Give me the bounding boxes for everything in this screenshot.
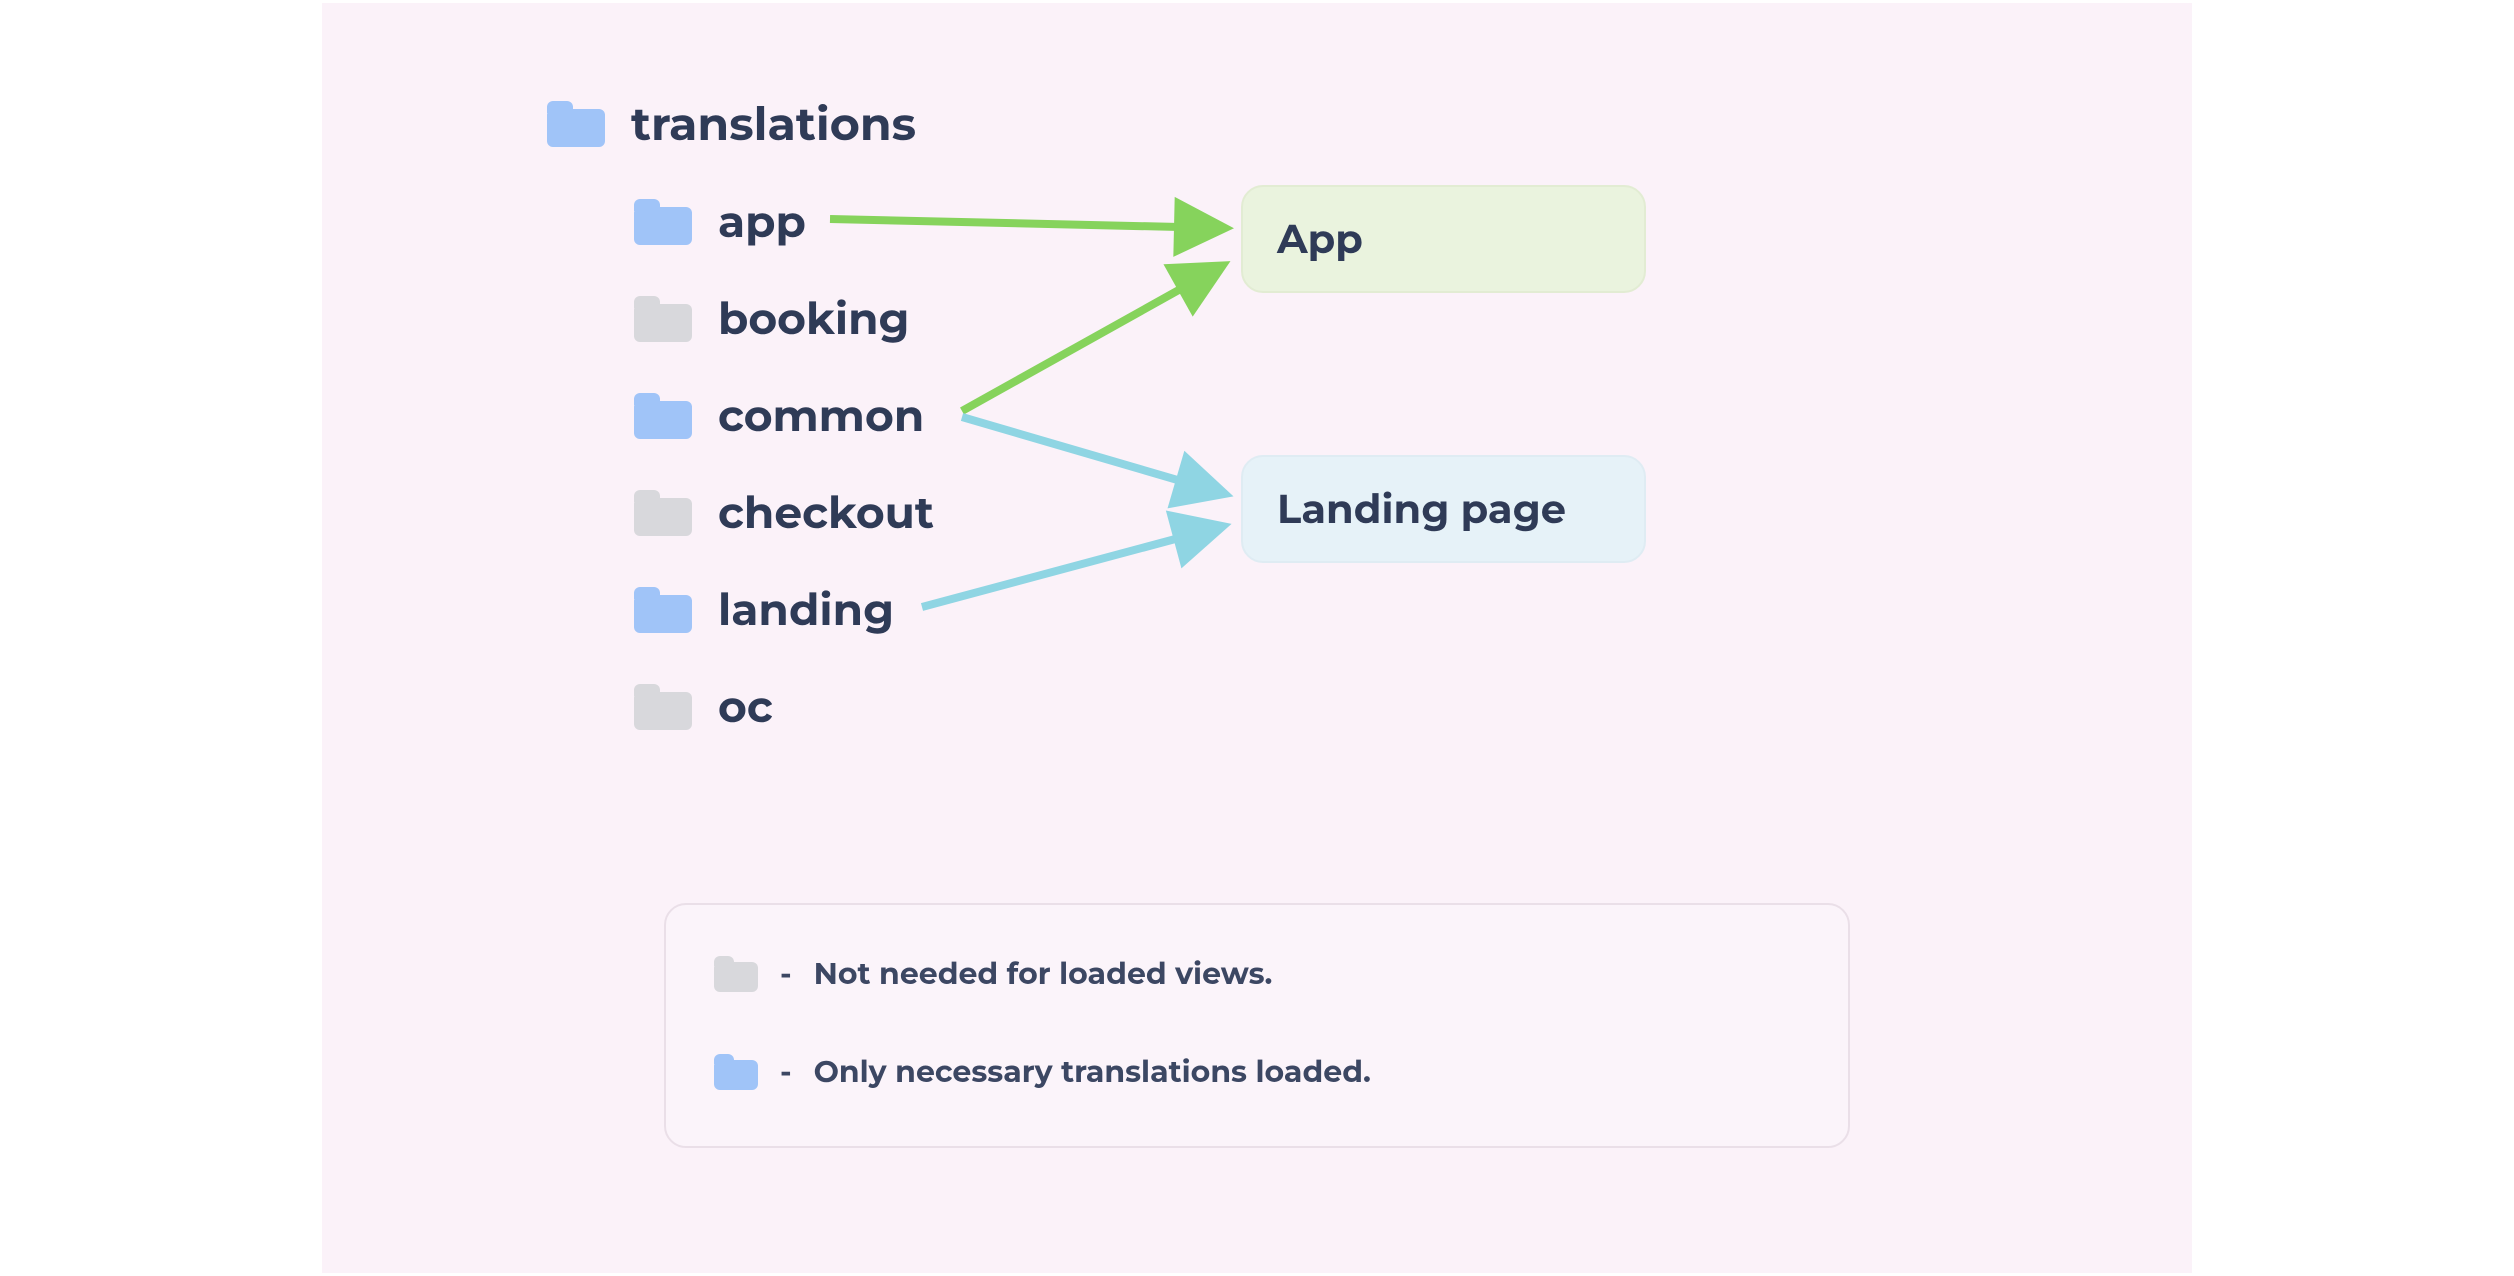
arrow-app-to-app — [830, 219, 1222, 228]
legend-box: - Not needed for loaded views. - Only ne… — [664, 903, 1850, 1148]
arrow-common-to-landing — [962, 417, 1222, 493]
folder-icon — [714, 956, 758, 992]
folder-icon — [714, 1054, 758, 1090]
arrow-common-to-app — [962, 267, 1220, 411]
dash: - — [780, 1053, 792, 1090]
diagram-stage: translations app booking common checkout… — [322, 3, 2192, 1273]
dash: - — [780, 955, 792, 992]
legend-grey-text: Not needed for loaded views. — [814, 955, 1273, 992]
legend-row-grey: - Not needed for loaded views. — [714, 955, 1272, 992]
legend-blue-text: Only necessary translations loaded. — [814, 1053, 1371, 1090]
legend-row-blue: - Only necessary translations loaded. — [714, 1053, 1371, 1090]
arrow-landing-to-landing — [922, 527, 1220, 607]
arrows — [322, 3, 2192, 903]
